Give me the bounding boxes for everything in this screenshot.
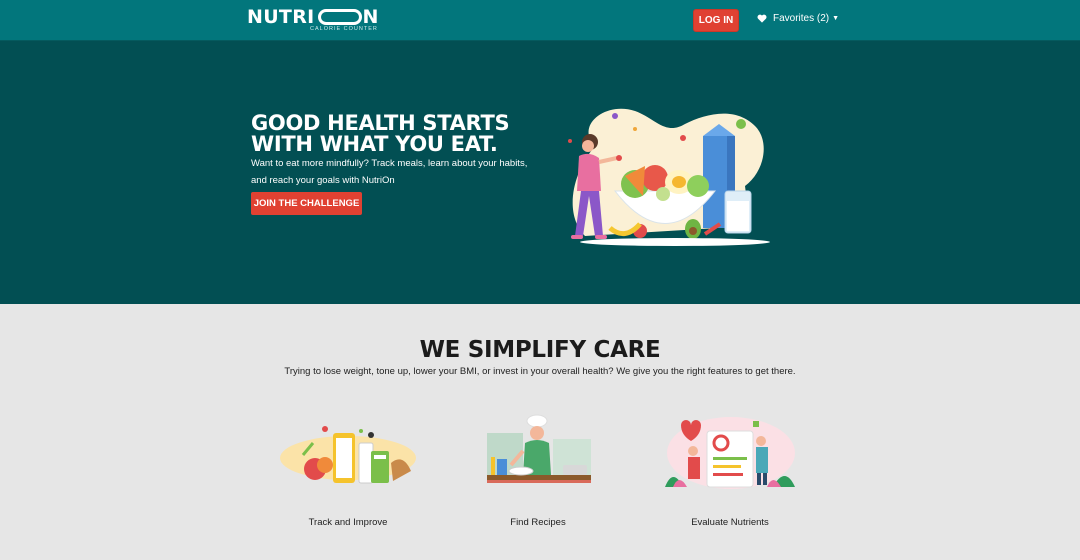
feature-evaluate-nutrients[interactable]: Evaluate Nutrients xyxy=(655,413,805,533)
brand-logo[interactable]: NUTRI N CALORIE COUNTER xyxy=(247,7,379,35)
feature-track-and-improve[interactable]: Track and Improve xyxy=(273,413,423,533)
hero-title: GOOD HEALTH STARTS WITH WHAT YOU EAT. xyxy=(251,111,510,156)
features-title: WE SIMPLIFY CARE xyxy=(419,337,661,363)
login-button[interactable]: LOG IN xyxy=(693,9,739,32)
brand-word-left: NUTRI xyxy=(247,6,315,28)
favorites-label: Favorites (2) xyxy=(773,13,830,24)
feature-find-recipes[interactable]: Find Recipes xyxy=(463,413,613,533)
join-challenge-button[interactable]: JOIN THE CHALLENGE xyxy=(251,192,362,215)
chef-cooking-illustration-icon xyxy=(487,414,591,483)
food-tracking-illustration-icon xyxy=(280,426,416,484)
brand-tagline: CALORIE COUNTER xyxy=(310,26,378,32)
heart-icon xyxy=(757,14,767,23)
hero-section: GOOD HEALTH STARTS WITH WHAT YOU EAT. Wa… xyxy=(0,41,1080,304)
feature-label: Evaluate Nutrients xyxy=(691,517,769,528)
brand-o-pill-icon xyxy=(317,9,362,25)
top-navbar: NUTRI N CALORIE COUNTER LOG IN Favorites … xyxy=(0,0,1080,41)
feature-label: Find Recipes xyxy=(510,517,566,528)
feature-label: Track and Improve xyxy=(308,517,388,528)
hero-description: Want to eat more mindfully? Track meals,… xyxy=(251,158,528,186)
brand-wordmark: NUTRI N xyxy=(247,7,379,27)
caret-down-icon: ▼ xyxy=(832,15,840,22)
nutrient-checklist-illustration-icon xyxy=(665,417,795,489)
hero-salad-illustration xyxy=(568,108,770,246)
favorites-dropdown[interactable]: Favorites (2) ▼ xyxy=(757,13,839,24)
brand-word-right: N xyxy=(362,6,379,28)
features-subtitle: Trying to lose weight, tone up, lower yo… xyxy=(284,366,796,377)
